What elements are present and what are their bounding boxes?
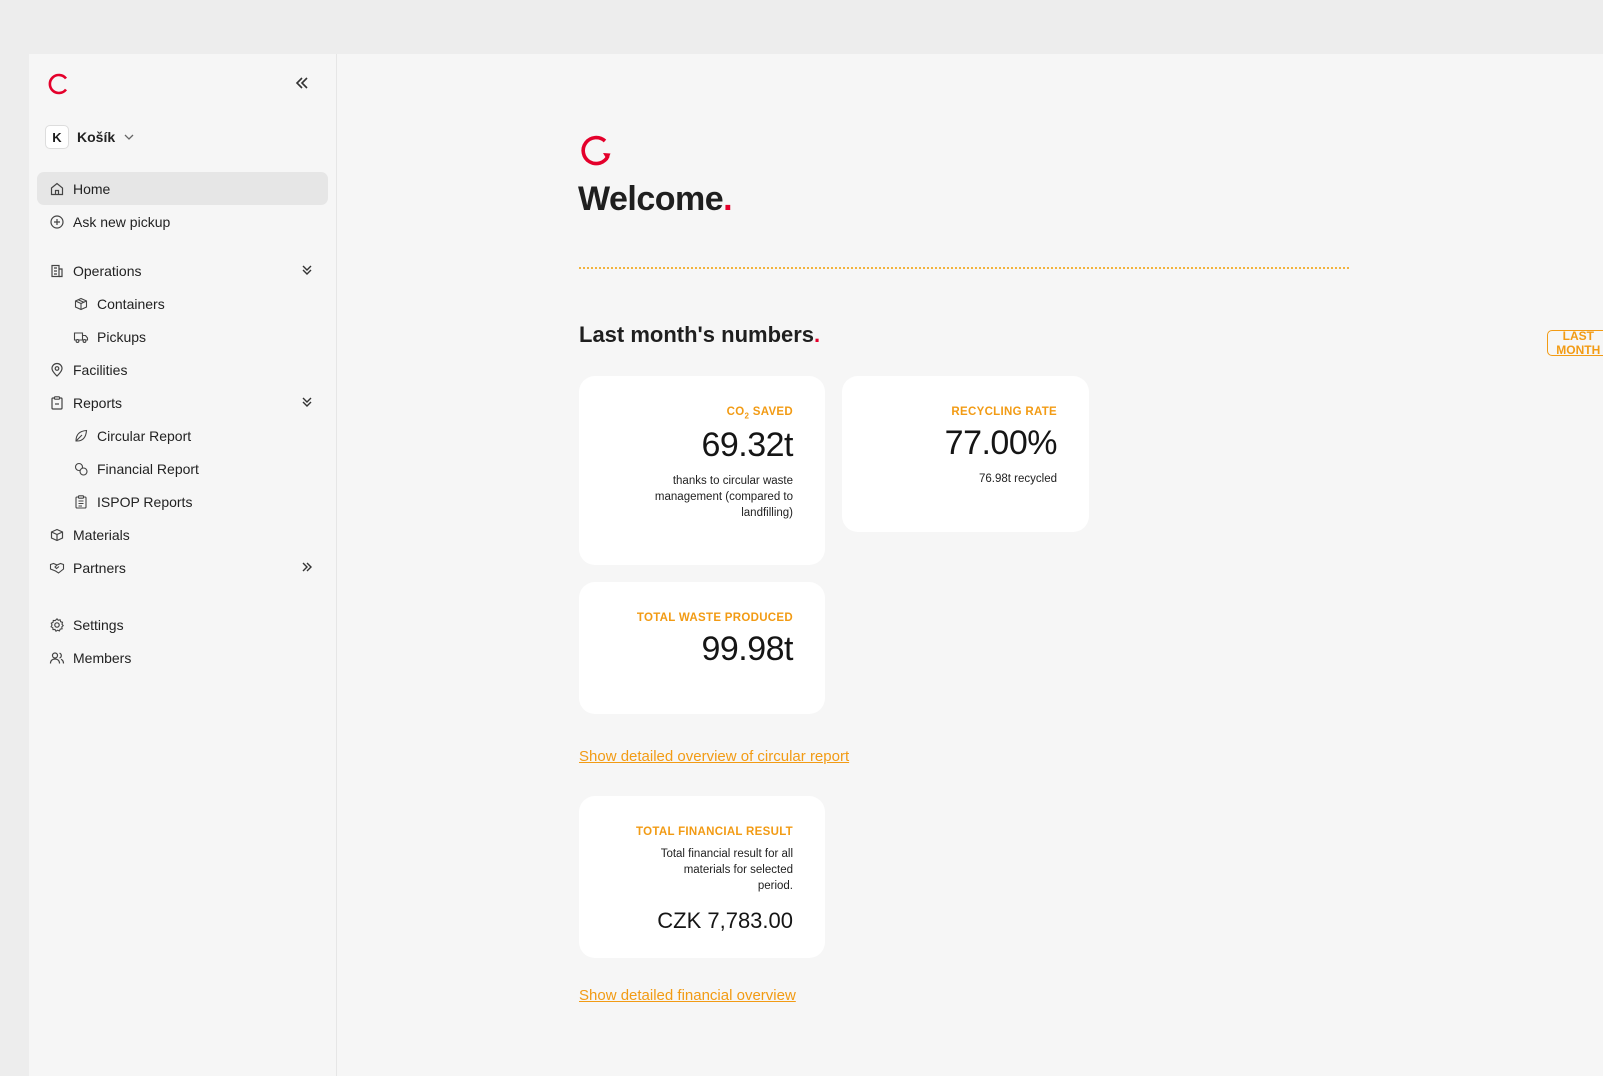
financial-overview-link[interactable]: Show detailed financial overview xyxy=(579,987,796,1004)
financial-result-value: CZK 7,783.00 xyxy=(657,908,793,933)
total-waste-value: 99.98t xyxy=(701,630,793,668)
sidebar-item-label: Facilities xyxy=(73,361,128,378)
map-pin-icon xyxy=(49,362,65,378)
sidebar-item-facilities[interactable]: Facilities xyxy=(37,353,328,386)
section-title-text: Last month's numbers xyxy=(579,322,815,347)
section-title-dot: . xyxy=(814,322,821,347)
sidebar-item-label: Settings xyxy=(73,616,124,633)
sidebar-item-members[interactable]: Members xyxy=(37,641,328,674)
brand-logo[interactable] xyxy=(47,72,71,96)
sidebar-item-label: Pickups xyxy=(97,328,147,345)
sidebar-item-ispop-reports[interactable]: ISPOP Reports xyxy=(37,485,328,518)
sidebar-item-label: Financial Report xyxy=(97,460,199,477)
main-nav: Home Ask new pickup Operations Container… xyxy=(37,172,328,674)
recycling-rate-card: RECYCLING RATE 77.00% 76.98t recycled xyxy=(842,376,1089,532)
sidebar-item-containers[interactable]: Containers xyxy=(37,287,328,320)
org-switcher[interactable]: K Košík xyxy=(45,124,135,150)
sidebar-item-financial-report[interactable]: Financial Report xyxy=(37,452,328,485)
sidebar-item-label: ISPOP Reports xyxy=(97,493,193,510)
page-title: Welcome. xyxy=(578,180,733,219)
period-selector-button[interactable]: LAST MONTH xyxy=(1547,329,1603,357)
divider xyxy=(579,267,1349,269)
leaf-icon xyxy=(73,428,89,444)
sidebar-item-pickups[interactable]: Pickups xyxy=(37,320,328,353)
recycling-rate-value: 77.00% xyxy=(944,424,1058,462)
total-waste-card: TOTAL WASTE PRODUCED 99.98t xyxy=(579,582,825,714)
sidebar-item-label: Reports xyxy=(73,394,123,411)
sidebar-item-circular-report[interactable]: Circular Report xyxy=(37,419,328,452)
org-name: Košík xyxy=(77,129,116,145)
handshake-icon xyxy=(49,560,65,576)
building-icon xyxy=(49,263,65,279)
welcome-text: Welcome xyxy=(578,180,724,218)
package-icon xyxy=(49,527,65,543)
financial-result-card: TOTAL FINANCIAL RESULT Total financial r… xyxy=(579,796,825,958)
clipboard-icon xyxy=(49,395,65,411)
sidebar: K Košík Home Ask new pickup Operations C… xyxy=(29,54,337,1076)
clipboard-list-icon xyxy=(73,494,89,510)
card-label: TOTAL FINANCIAL RESULT xyxy=(636,826,793,838)
chevrons-left-icon[interactable] xyxy=(293,74,311,92)
main-content: Welcome. Last month's numbers. LAST MONT… xyxy=(337,54,1603,1076)
circular-report-link[interactable]: Show detailed overview of circular repor… xyxy=(579,748,849,765)
sidebar-item-ask-new-pickup[interactable]: Ask new pickup xyxy=(37,205,328,238)
sidebar-item-operations[interactable]: Operations xyxy=(37,254,328,287)
app-frame: K Košík Home Ask new pickup Operations C… xyxy=(29,54,1603,1076)
section-title: Last month's numbers. xyxy=(579,322,820,348)
sidebar-item-label: Home xyxy=(73,180,111,197)
recycled-amount: 76.98t recycled xyxy=(979,473,1057,485)
financial-result-description: Total financial result for all materials… xyxy=(660,848,793,892)
sidebar-item-label: Ask new pickup xyxy=(73,213,171,230)
sidebar-item-home[interactable]: Home xyxy=(37,172,328,205)
chevrons-down-icon[interactable] xyxy=(300,395,314,409)
coins-icon xyxy=(73,461,89,477)
sidebar-item-partners[interactable]: Partners xyxy=(37,551,328,584)
title-dot: . xyxy=(723,180,733,218)
gear-icon xyxy=(49,617,65,633)
sidebar-item-label: Partners xyxy=(73,559,126,576)
sidebar-item-label: Materials xyxy=(73,526,130,543)
sidebar-item-settings[interactable]: Settings xyxy=(37,608,328,641)
sidebar-item-label: Circular Report xyxy=(97,427,192,444)
sidebar-item-label: Containers xyxy=(97,295,165,312)
box-icon xyxy=(73,296,89,312)
card-label: RECYCLING RATE xyxy=(951,406,1057,418)
chevrons-right-icon[interactable] xyxy=(300,560,314,574)
sidebar-item-label: Members xyxy=(73,649,132,666)
org-avatar: K xyxy=(45,125,69,149)
card-label: CO2 SAVED xyxy=(726,406,793,421)
chevrons-down-icon[interactable] xyxy=(300,263,314,277)
sidebar-item-materials[interactable]: Materials xyxy=(37,518,328,551)
users-icon xyxy=(49,650,65,666)
sidebar-item-label: Operations xyxy=(73,262,142,279)
sidebar-item-reports[interactable]: Reports xyxy=(37,386,328,419)
brand-logo-large xyxy=(581,135,611,166)
card-label: TOTAL WASTE PRODUCED xyxy=(636,612,793,624)
co2-saved-caption: thanks to circular waste management (com… xyxy=(654,475,793,520)
plus-circle-icon xyxy=(49,214,65,230)
co2-saved-card: CO2 SAVED 69.32t thanks to circular wast… xyxy=(579,376,825,565)
period-button-label: LAST MONTH xyxy=(1556,329,1601,357)
co2-saved-value: 69.32t xyxy=(701,426,793,465)
chevron-down-icon xyxy=(124,134,134,140)
home-icon xyxy=(49,181,65,197)
truck-icon xyxy=(73,329,89,345)
